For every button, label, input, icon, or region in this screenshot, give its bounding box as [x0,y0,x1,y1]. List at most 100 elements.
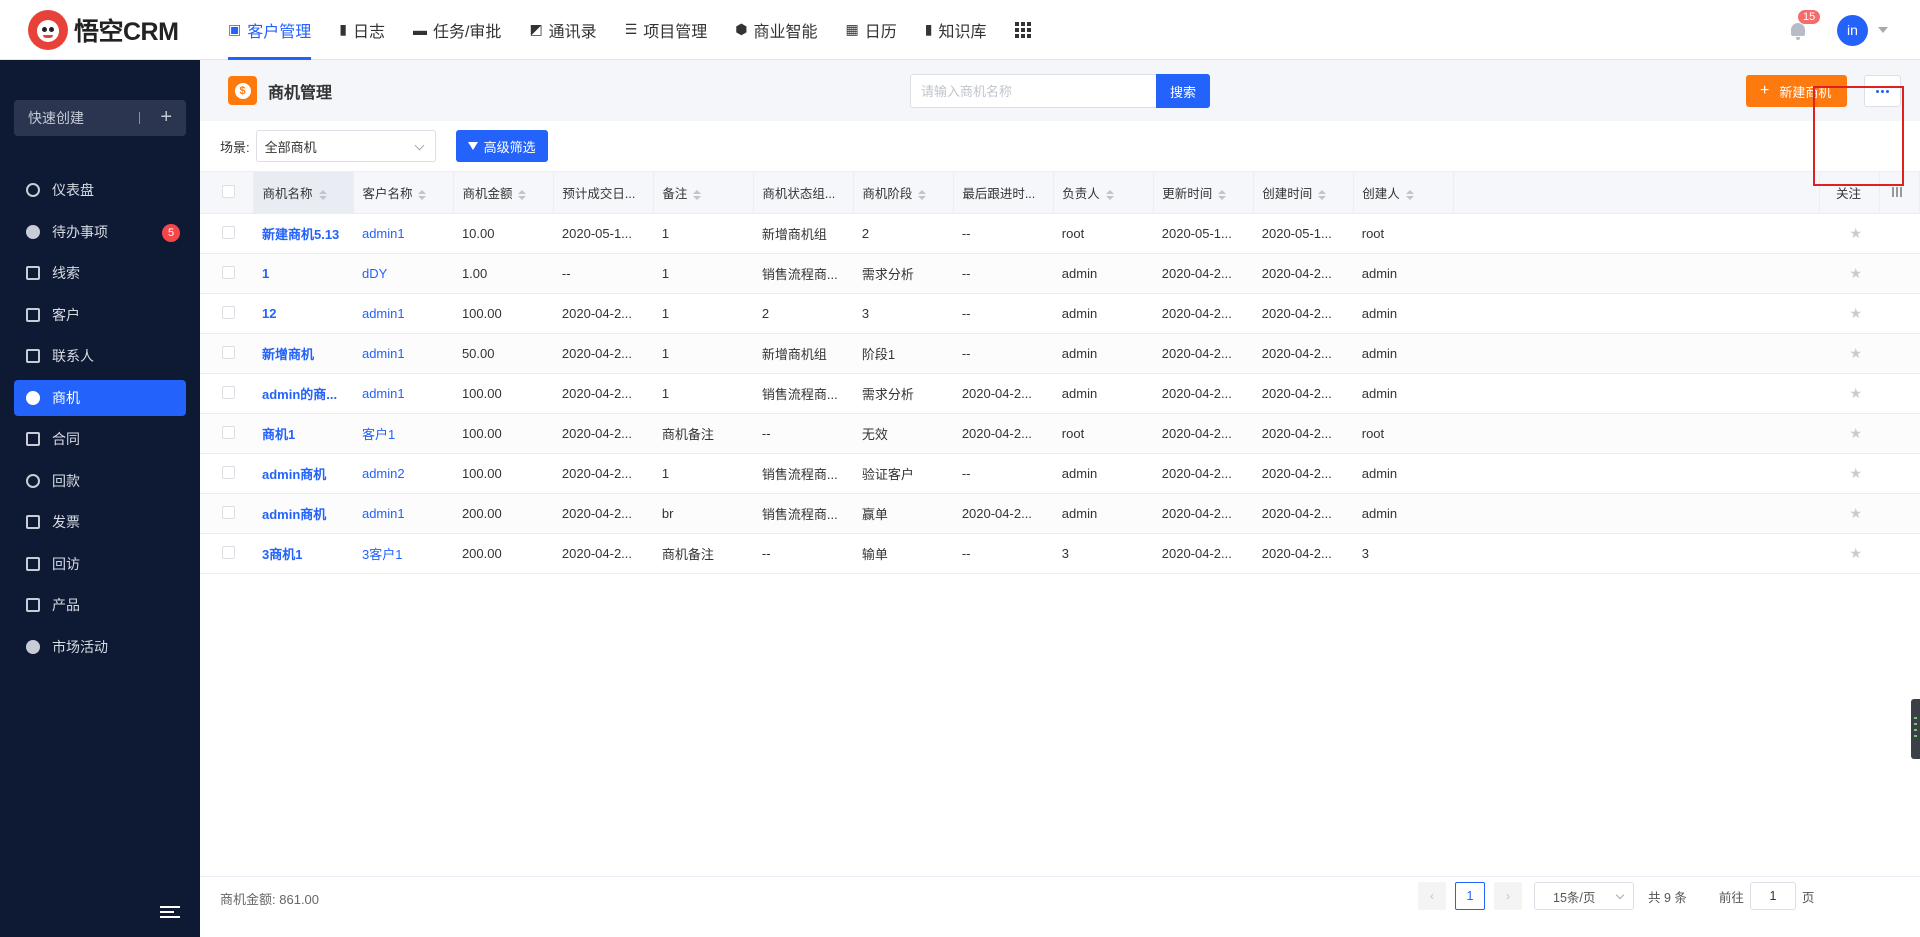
column-header[interactable]: 负责人 [1053,171,1155,214]
sidebar-item-opportunity[interactable]: 商机 [14,379,186,416]
opportunity-name-link[interactable]: admin的商... [253,373,354,414]
row-checkbox[interactable] [222,265,235,279]
scene-select[interactable]: 全部商机 [255,130,436,162]
next-page-button[interactable]: › [1494,882,1522,910]
row-checkbox[interactable] [222,505,235,519]
search-input[interactable] [910,74,1157,108]
nav-item-project[interactable]: ☰ 项目管理 [611,0,722,60]
page-number[interactable]: 1 [1455,882,1485,910]
star-icon[interactable]: ★ [1849,225,1862,241]
avatar[interactable]: in [1837,14,1868,46]
customer-name-link[interactable]: admin1 [353,493,454,534]
opportunity-name-link[interactable]: admin商机 [253,493,354,534]
column-settings-button[interactable] [1879,171,1920,214]
column-header[interactable]: 创建时间 [1253,171,1355,214]
sidebar-item-todo[interactable]: 待办事项 5 [14,214,186,250]
table-row[interactable]: 商机1 客户1 100.00 2020-04-2... 商机备注 -- 无效 2020-04-… [200,413,1920,454]
row-checkbox[interactable] [222,385,235,399]
search-button[interactable]: 搜索 [1156,74,1210,108]
quick-create-button[interactable]: 快速创建 + [14,100,186,136]
opportunity-name-link[interactable]: 1 [253,253,354,294]
opportunity-name-link[interactable]: 商机1 [253,413,354,454]
customer-name-link[interactable]: admin1 [353,293,454,334]
row-checkbox[interactable] [222,225,235,239]
column-header[interactable]: 最后跟进时... [953,171,1055,214]
table-row[interactable]: admin商机 admin1 200.00 2020-04-2... br 销售流程商..… [200,493,1920,534]
table-row[interactable]: 3商机1 3客户1 200.00 2020-04-2... 商机备注 -- 输单 -- 3 202… [200,533,1920,574]
opportunity-name-link[interactable]: admin商机 [253,453,354,494]
customer-name-link[interactable]: 客户1 [353,413,454,454]
nav-item-task[interactable]: ▬ 任务/审批 [399,0,515,60]
notification-button[interactable]: 15 [1787,9,1822,41]
customer-name-link[interactable]: admin2 [353,453,454,494]
row-checkbox[interactable] [222,545,235,559]
star-icon[interactable]: ★ [1849,425,1862,441]
star-icon[interactable]: ★ [1849,465,1862,481]
opportunity-name-link[interactable]: 新建商机5.13 [253,213,354,254]
star-icon[interactable]: ★ [1849,345,1862,361]
star-icon[interactable]: ★ [1849,505,1862,521]
opportunity-name-link[interactable]: 12 [253,293,354,334]
table-row[interactable]: 新建商机5.13 admin1 10.00 2020-05-1... 1 新增商机组 2 --… [200,213,1920,254]
nav-item-log[interactable]: ▮ 日志 [325,0,399,60]
column-header[interactable]: 商机阶段 [853,171,955,214]
side-drag-handle[interactable] [1911,699,1920,759]
customer-name-link[interactable]: dDY [353,253,454,294]
table-row[interactable]: 1 dDY 1.00 -- 1 销售流程商... 需求分析 -- admin 2020-04-2.… [200,253,1920,294]
sidebar-item-customer[interactable]: 客户 [14,297,186,333]
nav-item-contacts[interactable]: ◩ 通讯录 [515,0,610,60]
table-row[interactable]: 新增商机 admin1 50.00 2020-04-2... 1 新增商机组 阶段1 -- ad… [200,333,1920,374]
row-checkbox[interactable] [222,425,235,439]
nav-item-calendar[interactable]: ▦ 日历 [832,0,911,60]
goto-page-input[interactable] [1749,882,1796,910]
customer-name-link[interactable]: admin1 [353,373,454,414]
nav-item-customer-mgmt[interactable]: ▣ 客户管理 [214,0,325,60]
table-row[interactable]: admin的商... admin1 100.00 2020-04-2... 1 销售流程商… [200,373,1920,414]
prev-page-button[interactable]: ‹ [1418,882,1446,910]
column-header[interactable]: 备注 [653,171,755,214]
sidebar-item-invoice[interactable]: 发票 [14,504,186,540]
sidebar-item-leads[interactable]: 线索 [14,255,186,291]
column-header[interactable]: 创建人 [1353,171,1455,214]
table-row[interactable]: admin商机 admin2 100.00 2020-04-2... 1 销售流程商...… [200,453,1920,494]
star-icon[interactable]: ★ [1849,545,1862,561]
customer-name-link[interactable]: 3客户1 [353,533,454,574]
sidebar-item-product[interactable]: 产品 [14,587,186,623]
row-checkbox[interactable] [222,465,235,479]
nav-label: 项目管理 [643,23,708,41]
more-button[interactable] [1864,75,1901,107]
select-all-checkbox[interactable] [222,184,235,198]
sidebar-item-visit[interactable]: 回访 [14,546,186,582]
star-icon[interactable]: ★ [1849,385,1862,401]
sidebar-item-contract[interactable]: 合同 [14,421,186,457]
new-opportunity-button[interactable]: + 新建商机 [1746,75,1847,107]
customer-name-link[interactable]: admin1 [353,213,454,254]
sidebar-item-dashboard[interactable]: 仪表盘 [14,172,186,208]
opportunity-name-link[interactable]: 3商机1 [253,533,354,574]
advanced-filter-button[interactable]: 高级筛选 [455,130,548,162]
chevron-down-icon[interactable] [1878,27,1888,33]
row-checkbox[interactable] [222,305,235,319]
row-checkbox[interactable] [222,345,235,359]
logo[interactable]: 悟空CRM [0,0,200,60]
apps-grid-button[interactable] [1001,0,1045,60]
customer-name-link[interactable]: admin1 [353,333,454,374]
star-icon[interactable]: ★ [1849,305,1862,321]
column-header[interactable]: 商机金额 [453,171,555,214]
sidebar-item-payment[interactable]: 回款 [14,463,186,499]
page-size-select[interactable]: 15条/页 [1534,882,1634,910]
column-header[interactable]: 客户名称 [353,171,455,214]
nav-item-knowledge[interactable]: ▮ 知识库 [911,0,1001,60]
table-row[interactable]: 12 admin1 100.00 2020-04-2... 1 2 3 -- admin 2020… [200,293,1920,334]
star-icon[interactable]: ★ [1849,265,1862,281]
sidebar-item-contacts[interactable]: 联系人 [14,338,186,374]
opportunity-name-link[interactable]: 新增商机 [253,333,354,374]
nav-item-bi[interactable]: ⬢ 商业智能 [721,0,831,60]
collapse-sidebar-icon[interactable] [160,906,180,921]
column-header[interactable]: 商机名称 [253,171,355,214]
column-header[interactable]: 更新时间 [1153,171,1255,214]
column-header[interactable]: 商机状态组... [753,171,855,214]
column-header[interactable]: 预计成交日... [553,171,655,214]
table-cell: 100.00 [453,453,554,494]
sidebar-item-marketing[interactable]: 市场活动 [14,629,186,665]
